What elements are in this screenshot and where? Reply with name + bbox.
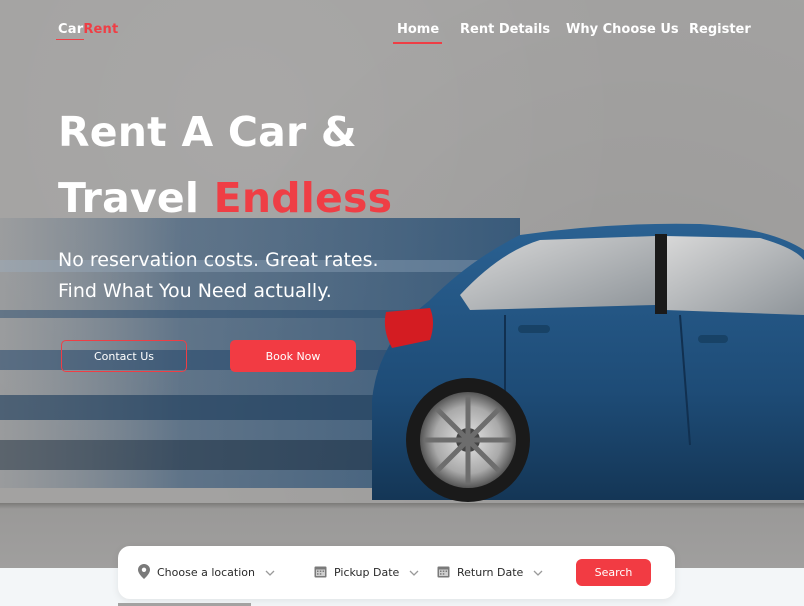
location-pin-icon [138,563,150,582]
nav-item-why-choose-us[interactable]: Why Choose Us [566,22,679,37]
calendar-icon [437,565,450,581]
logo-underline [56,39,84,40]
pickup-date-label: Pickup Date [334,566,400,579]
pickup-date-select[interactable]: Pickup Date [314,546,419,599]
search-button[interactable]: Search [576,559,651,586]
logo-text-car: Car [58,22,84,37]
chevron-down-icon [409,566,419,579]
contact-us-button[interactable]: Contact Us [61,340,187,372]
book-now-button[interactable]: Book Now [230,340,356,372]
search-bar: Choose a location Pickup Date Return Dat… [118,546,675,599]
hero-headline-prefix: Travel [58,174,200,222]
location-label: Choose a location [157,566,255,579]
location-select[interactable]: Choose a location [138,546,275,599]
hero-headline-accent: Endless [213,174,393,222]
chevron-down-icon [265,566,275,579]
hero-headline-line2: Travel Endless [58,174,392,222]
return-date-select[interactable]: Return Date [437,546,543,599]
hero-subtitle-line2: Find What You Need actually. [58,280,332,302]
nav-active-indicator [393,42,442,44]
hero-headline-line1: Rent A Car & [58,108,357,156]
calendar-icon [314,565,327,581]
hero-subtitle-line1: No reservation costs. Great rates. [58,249,379,271]
nav-item-home[interactable]: Home [397,22,439,37]
return-date-label: Return Date [457,566,524,579]
logo-text-rent: Rent [83,22,119,37]
nav-item-register[interactable]: Register [689,22,751,37]
logo[interactable]: CarRent [58,22,118,37]
chevron-down-icon [533,566,543,579]
nav-item-rent-details[interactable]: Rent Details [460,22,550,37]
